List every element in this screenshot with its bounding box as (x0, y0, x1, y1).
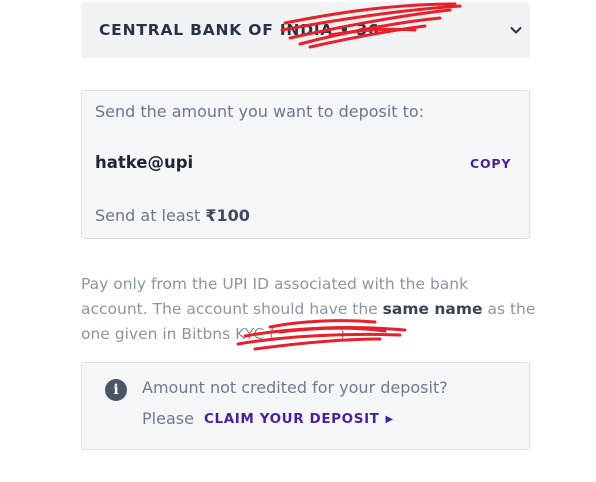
deposit-instruction: Send the amount you want to deposit to: (95, 102, 425, 121)
not-credited-question: Amount not credited for your deposit? (142, 378, 448, 397)
warning-text-part3: ) (339, 325, 346, 343)
bank-account-dropdown[interactable]: CENTRAL BANK OF INDIA • 36 (81, 2, 530, 58)
play-arrow-icon: ▶ (385, 414, 394, 425)
same-name-warning: Pay only from the UPI ID associated with… (81, 272, 536, 347)
copy-button[interactable]: COPY (470, 156, 511, 171)
warning-emphasis: same name (382, 300, 483, 318)
claim-deposit-link[interactable]: CLAIM YOUR DEPOSIT ▶ (204, 411, 394, 427)
please-label: Please (142, 409, 194, 428)
minimum-amount-prefix: Send at least (95, 206, 206, 225)
info-icon: i (105, 379, 127, 401)
claim-deposit-label: CLAIM YOUR DEPOSIT (204, 411, 380, 427)
selected-bank-name: CENTRAL BANK OF INDIA • 36 (99, 21, 380, 39)
chevron-down-icon (510, 27, 522, 34)
minimum-amount-text: Send at least ₹100 (95, 206, 250, 225)
deposit-upi-card: Send the amount you want to deposit to: … (81, 90, 530, 239)
claim-deposit-box: i Amount not credited for your deposit? … (81, 362, 530, 450)
minimum-amount-value: ₹100 (205, 206, 250, 225)
upi-id: hatke@upi (95, 153, 194, 172)
